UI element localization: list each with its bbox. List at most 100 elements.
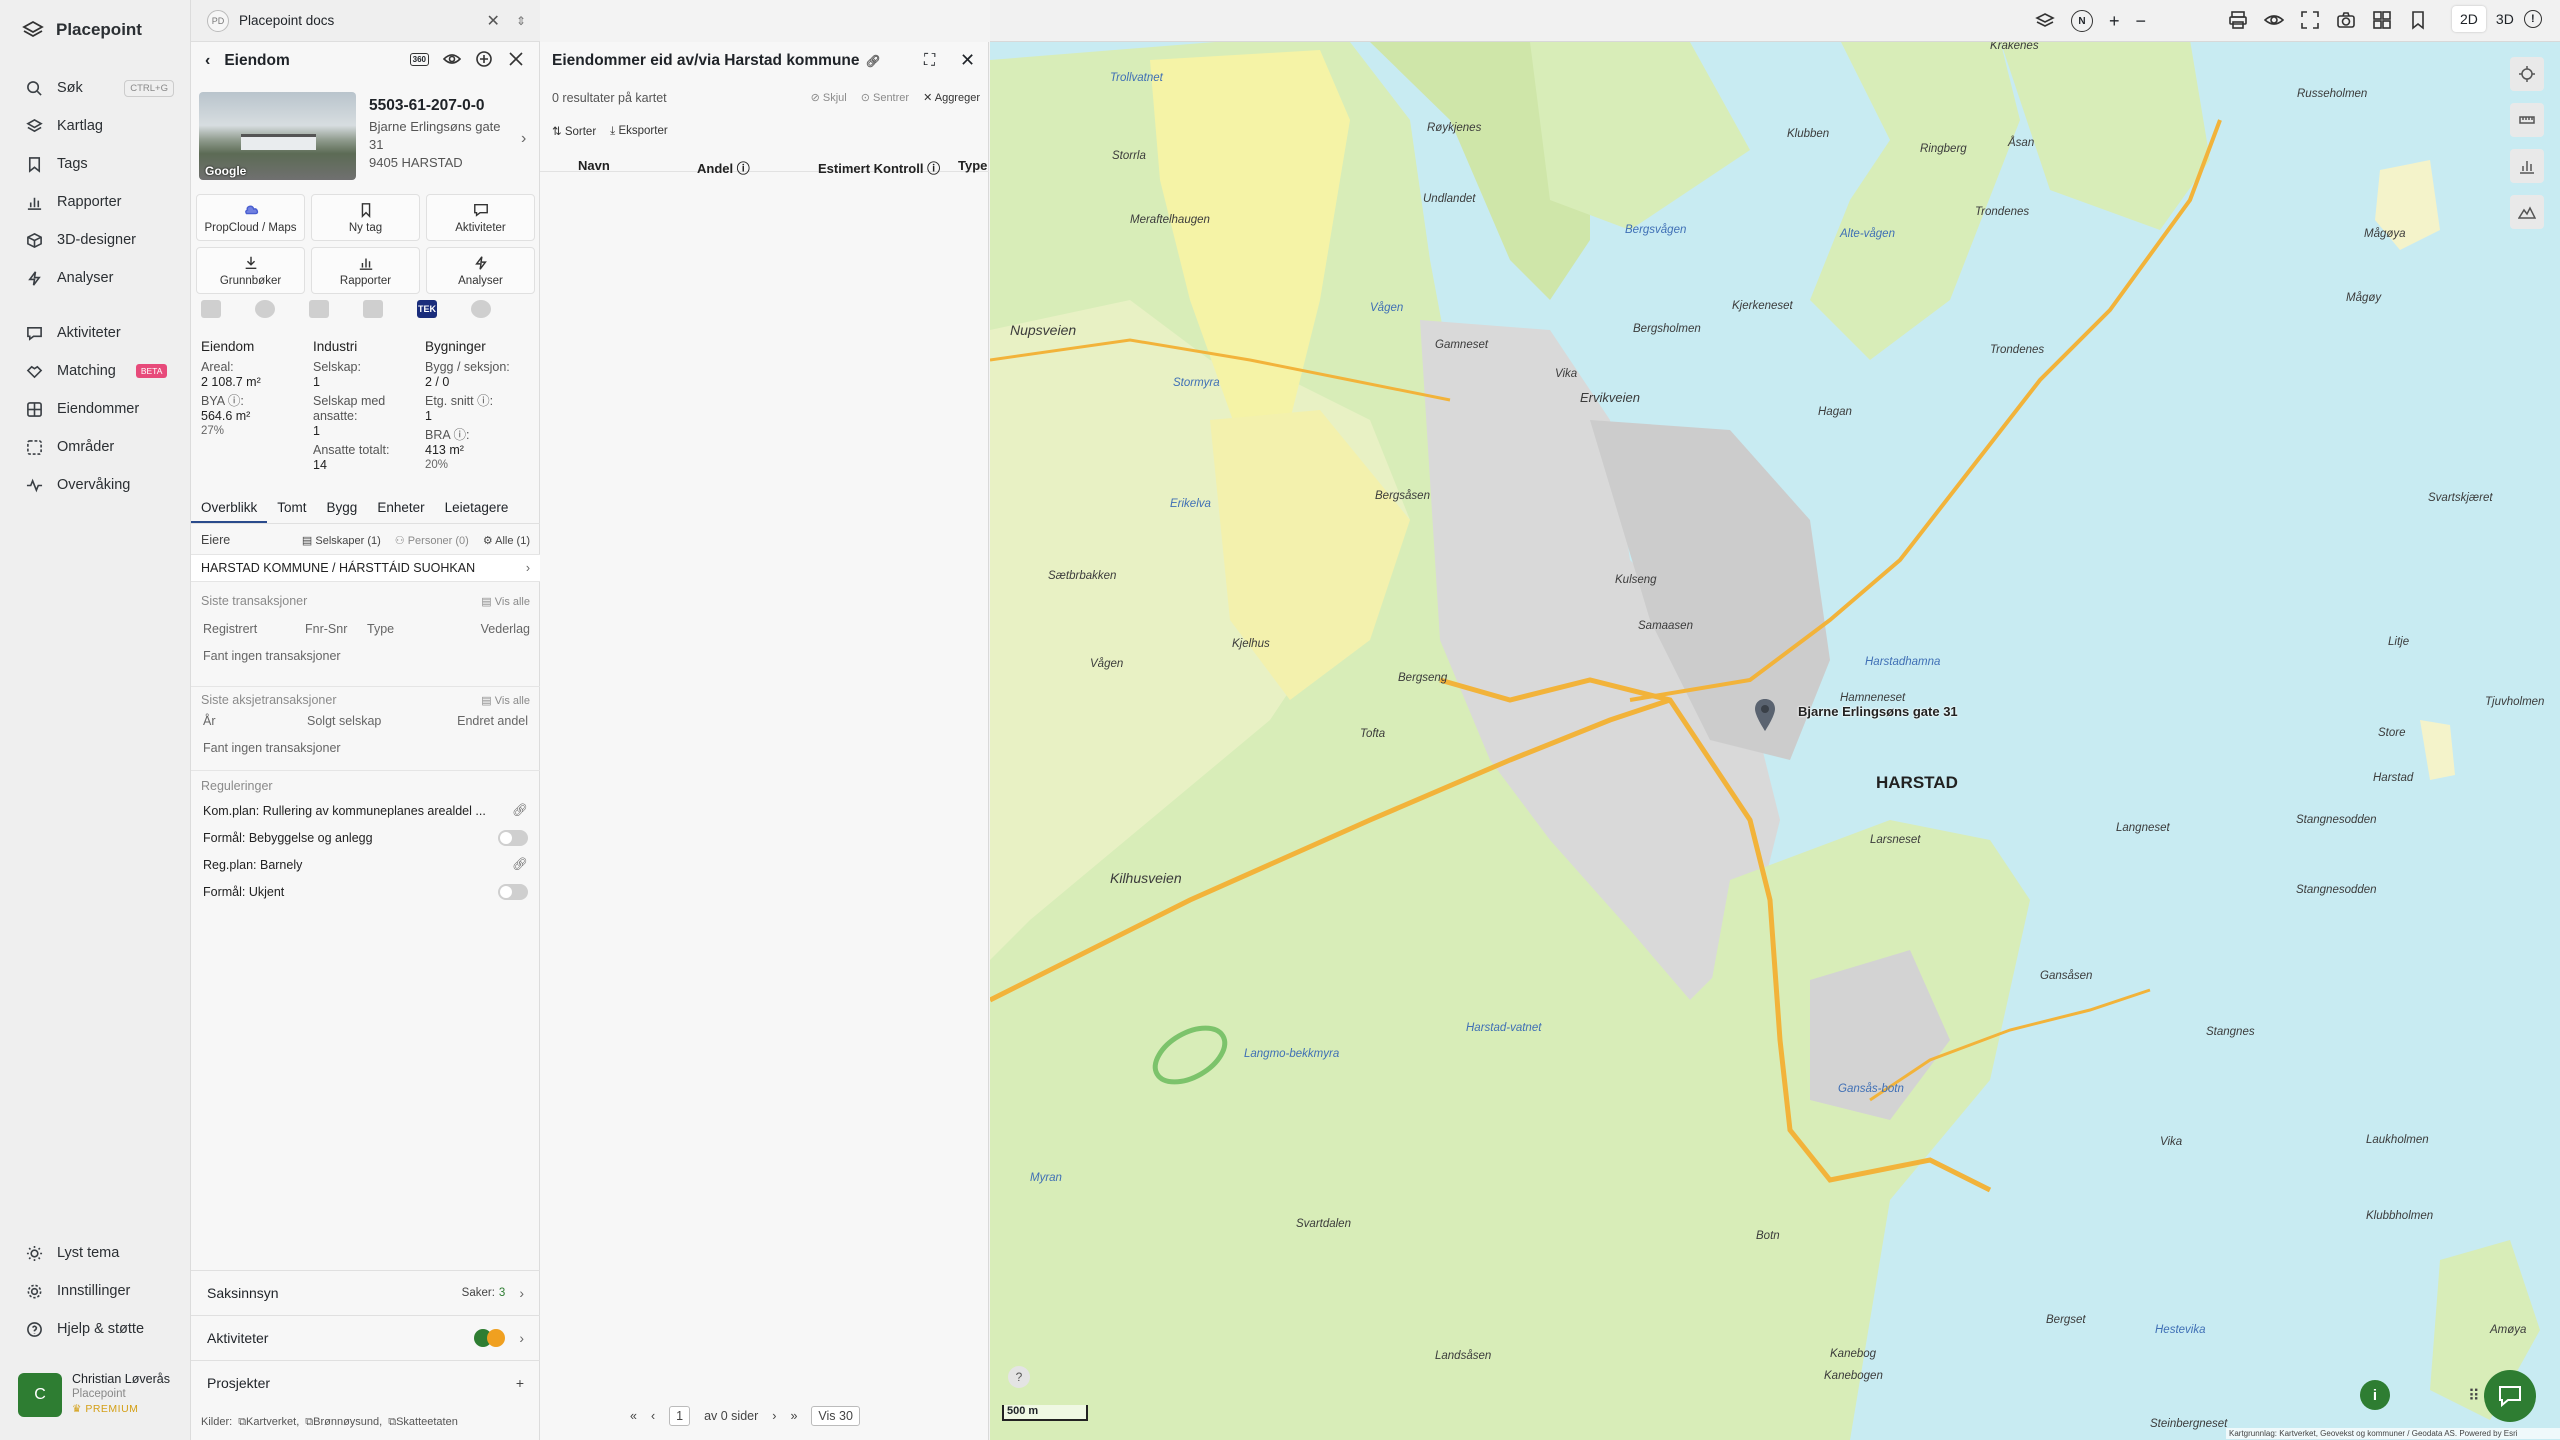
user-profile[interactable]: C Christian Løverås Placepoint ♛ PREMIUM [18, 1372, 170, 1417]
app-logo[interactable]: Placepoint [22, 20, 142, 40]
zoom-out-button[interactable]: − [2136, 11, 2147, 32]
chart-tool-button[interactable] [2510, 149, 2544, 183]
tab-overview[interactable]: Overblikk [191, 496, 268, 523]
chat-button[interactable] [2484, 1370, 2536, 1422]
close-icon[interactable]: ✕ [960, 50, 975, 71]
owners-persons-filter[interactable]: ⚇ Personer (0) [395, 534, 469, 547]
source-icon-6[interactable] [471, 300, 491, 318]
source-icon-3[interactable] [309, 300, 329, 318]
fullscreen-icon[interactable]: ⛶ [924, 52, 935, 70]
print-icon[interactable] [2228, 10, 2248, 30]
nav-activities[interactable]: Aktiviteter [0, 315, 190, 351]
property-id[interactable]: 5503-61-207-0-0 [369, 97, 484, 115]
info-icon[interactable]: ! [2523, 10, 2542, 28]
compass-icon[interactable]: N [2071, 10, 2093, 32]
owners-all-filter[interactable]: ⚙ Alle (1) [483, 534, 530, 547]
center-button[interactable]: ⊙ Sentrer [861, 91, 909, 104]
back-icon[interactable]: ‹ [205, 52, 210, 70]
nav-tags[interactable]: Tags [0, 146, 190, 182]
measure-button[interactable] [2510, 103, 2544, 137]
new-tag-button[interactable]: Ny tag [311, 194, 420, 241]
hide-button[interactable]: ⊘ Skjul [811, 91, 847, 104]
source-kartverket[interactable]: ⧉Kartverket, [238, 1416, 299, 1429]
share-transactions-see-all[interactable]: ▤ Vis alle [481, 694, 530, 707]
info-button[interactable]: i [2360, 1380, 2390, 1410]
close-tab-icon[interactable]: ✕ [487, 11, 500, 31]
link-icon[interactable]: 🔗︎ [512, 803, 528, 818]
eye-icon[interactable] [443, 50, 461, 68]
nav-help[interactable]: Hjelp & støtte [0, 1311, 190, 1347]
chevron-right-icon[interactable]: › [521, 130, 526, 148]
locate-button[interactable] [2510, 57, 2544, 91]
camera-icon[interactable] [2336, 10, 2356, 30]
first-page-button[interactable]: « [630, 1409, 637, 1423]
regulation-toggle-2[interactable] [498, 884, 528, 900]
nav-map-layers[interactable]: Kartlag [0, 108, 190, 144]
prev-page-button[interactable]: ‹ [651, 1409, 655, 1423]
fullscreen-icon[interactable] [2300, 10, 2320, 30]
regulation-item-1[interactable]: Kom.plan: Rullering av kommuneplanes are… [191, 803, 540, 818]
zoom-in-button[interactable]: + [2109, 11, 2120, 32]
nav-settings[interactable]: Innstillinger [0, 1273, 190, 1309]
nav-analyses[interactable]: Analyser [0, 260, 190, 296]
regulation-item-3[interactable]: Reg.plan: Barnely 🔗︎ [191, 857, 540, 872]
mode-3d-button[interactable]: 3D [2496, 11, 2514, 27]
activities-section[interactable]: Aktiviteter › [191, 1315, 540, 1359]
nav-properties[interactable]: Eiendommer [0, 391, 190, 427]
transactions-see-all[interactable]: ▤ Vis alle [481, 595, 530, 608]
analyses-button[interactable]: Analyser [426, 247, 535, 294]
help-icon[interactable]: ? [1008, 1366, 1030, 1388]
tek-icon[interactable]: TEK [417, 300, 437, 318]
nav-reports[interactable]: Rapporter [0, 184, 190, 220]
docs-tab-label[interactable]: Placepoint docs [239, 13, 334, 28]
street-view-360-button[interactable]: 360 [409, 52, 429, 66]
reports-button[interactable]: Rapporter [311, 247, 420, 294]
drag-handle-icon[interactable]: ⠿ [2468, 1386, 2480, 1406]
col-type[interactable]: Type [958, 158, 987, 173]
source-icon-4[interactable] [363, 300, 383, 318]
nav-monitoring[interactable]: Overvåking [0, 467, 190, 503]
add-circle-icon[interactable] [475, 50, 493, 68]
source-bronnoysund[interactable]: ⧉Brønnøysund, [305, 1416, 382, 1429]
nav-matching[interactable]: Matching BETA [0, 353, 190, 389]
col-name[interactable]: Navn [578, 158, 610, 173]
next-page-button[interactable]: › [772, 1409, 776, 1423]
source-skatteetaten[interactable]: ⧉Skatteetaten [388, 1416, 458, 1429]
property-photo[interactable]: Google [199, 92, 356, 180]
property-marker[interactable] [1754, 698, 1776, 737]
grid-icon[interactable] [2372, 10, 2392, 30]
mode-2d-button[interactable]: 2D [2452, 6, 2486, 32]
activities-button[interactable]: Aktiviteter [426, 194, 535, 241]
eye-icon[interactable] [2264, 10, 2284, 30]
add-project-button[interactable]: + [516, 1375, 524, 1391]
source-icon-1[interactable] [201, 300, 221, 318]
close-icon[interactable] [507, 50, 525, 68]
map-view[interactable]: Trollvatnet Krakenes Klubben Ringberg Ås… [990, 0, 2560, 1440]
export-button[interactable]: ⤓ Eksporter [610, 125, 668, 138]
link-icon[interactable]: 🔗︎ [866, 54, 881, 68]
owners-companies-filter[interactable]: ▤ Selskaper (1) [302, 534, 381, 547]
land-registry-button[interactable]: Grunnbøker [196, 247, 305, 294]
per-page-select[interactable]: Vis 30 [811, 1406, 860, 1426]
tab-units[interactable]: Enheter [367, 496, 434, 523]
col-estimated-control[interactable]: Estimert Kontroll ⓘ [818, 158, 940, 177]
last-page-button[interactable]: » [790, 1409, 797, 1423]
tab-building[interactable]: Bygg [317, 496, 368, 523]
layers-icon[interactable] [2035, 11, 2055, 31]
nav-3d-designer[interactable]: 3D-designer [0, 222, 190, 258]
owner-row[interactable]: HARSTAD KOMMUNE / HÁRSTTÁID SUOHKAN › [191, 554, 540, 582]
nav-search[interactable]: Søk CTRL+G [0, 70, 190, 106]
regulation-toggle-1[interactable] [498, 830, 528, 846]
tab-plot[interactable]: Tomt [267, 496, 316, 523]
projects-section[interactable]: Prosjekter + [191, 1360, 540, 1404]
nav-theme[interactable]: Lyst tema [0, 1235, 190, 1271]
profile-tool-button[interactable] [2510, 195, 2544, 229]
tab-tenants[interactable]: Leietagere [435, 496, 519, 523]
nav-areas[interactable]: Områder [0, 429, 190, 465]
col-share[interactable]: Andel ⓘ [697, 158, 750, 177]
source-icon-2[interactable] [255, 300, 275, 318]
bookmark-icon[interactable] [2408, 10, 2428, 30]
aggregate-button[interactable]: ✕ Aggreger [923, 91, 980, 104]
sort-button[interactable]: ⇅ Sorter [552, 124, 596, 138]
propcloud-button[interactable]: PropCloud / Maps [196, 194, 305, 241]
